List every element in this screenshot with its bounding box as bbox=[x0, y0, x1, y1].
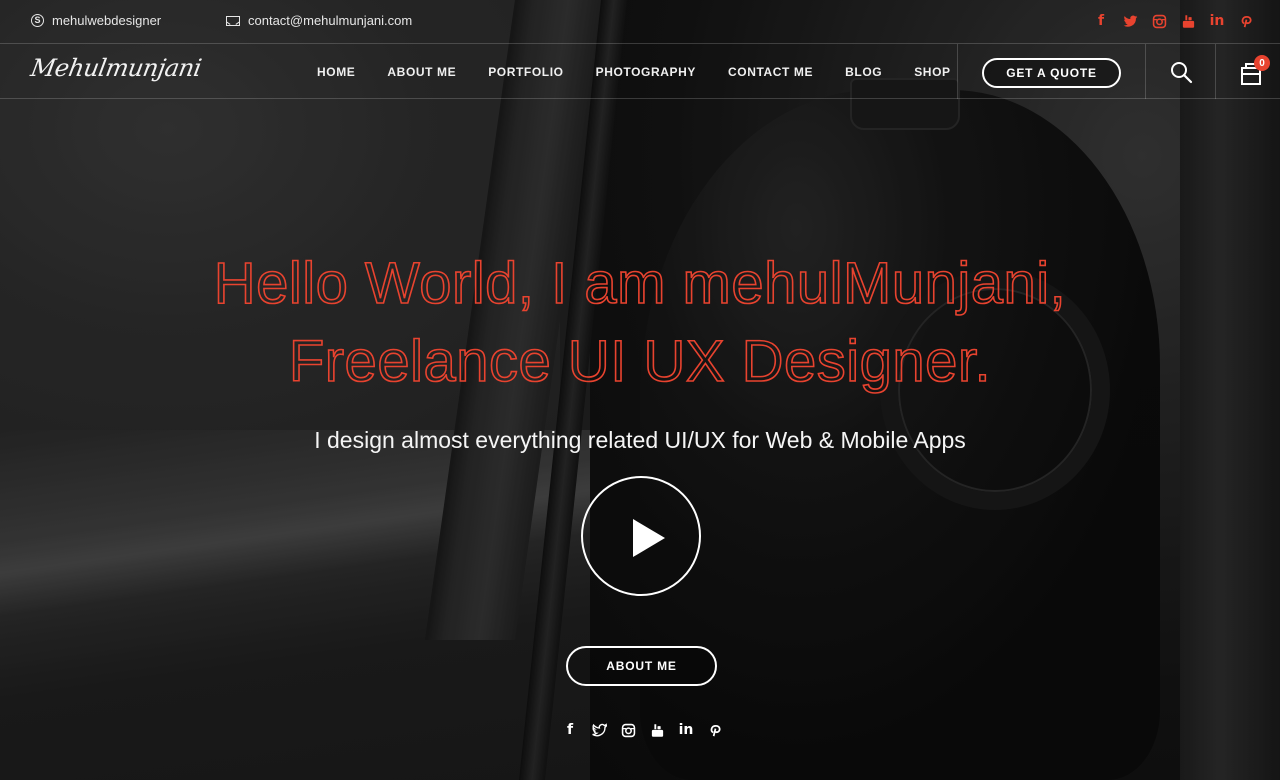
pinterest-icon[interactable] bbox=[707, 721, 723, 739]
main-navbar: Mehulmunjani HOME ABOUT ME PORTFOLIO PHO… bbox=[0, 44, 1280, 99]
hero-title-line-1: Hello World, I am mehulMunjani, bbox=[0, 251, 1280, 316]
twitter-icon[interactable] bbox=[1122, 12, 1138, 30]
hero-subtitle: I design almost everything related UI/UX… bbox=[314, 427, 966, 453]
nav-about-me[interactable]: ABOUT ME bbox=[387, 65, 456, 79]
nav-blog[interactable]: BLOG bbox=[845, 65, 882, 79]
cart-count-badge: 0 bbox=[1254, 55, 1270, 71]
instagram-icon[interactable] bbox=[620, 721, 636, 739]
get-a-quote-button[interactable]: GET A QUOTE bbox=[982, 58, 1121, 88]
hero-title-text-1: Hello World, I am mehulMunjani, bbox=[213, 251, 1067, 316]
instagram-icon[interactable] bbox=[1151, 12, 1167, 30]
primary-nav: HOME ABOUT ME PORTFOLIO PHOTOGRAPHY CONT… bbox=[317, 65, 983, 79]
nav-home[interactable]: HOME bbox=[317, 65, 355, 79]
hero-title-line-2: Freelance UI UX Designer. bbox=[0, 329, 1280, 394]
email-address: contact@mehulmunjani.com bbox=[248, 13, 413, 28]
nav-divider bbox=[957, 44, 958, 99]
nav-divider bbox=[1145, 44, 1146, 99]
email-contact-link[interactable]: contact@mehulmunjani.com bbox=[226, 13, 412, 28]
pinterest-icon[interactable] bbox=[1238, 12, 1254, 30]
skype-icon: S bbox=[31, 14, 44, 27]
skype-contact-link[interactable]: S mehulwebdesigner bbox=[31, 13, 161, 28]
nav-shop[interactable]: SHOP bbox=[914, 65, 950, 79]
nav-divider bbox=[1215, 44, 1216, 99]
linkedin-icon[interactable]: in bbox=[1209, 12, 1225, 30]
site-logo[interactable]: Mehulmunjani bbox=[29, 54, 204, 82]
search-icon[interactable] bbox=[1169, 60, 1193, 84]
nav-portfolio[interactable]: PORTFOLIO bbox=[488, 65, 563, 79]
youtube-icon[interactable] bbox=[649, 721, 665, 739]
mail-icon bbox=[226, 15, 240, 26]
top-bar: S mehulwebdesigner contact@mehulmunjani.… bbox=[0, 0, 1280, 44]
skype-username: mehulwebdesigner bbox=[52, 13, 162, 28]
play-icon bbox=[633, 519, 665, 557]
nav-photography[interactable]: PHOTOGRAPHY bbox=[596, 65, 696, 79]
hero-title-text-2: Freelance UI UX Designer. bbox=[288, 329, 992, 394]
play-video-button[interactable] bbox=[581, 476, 701, 596]
facebook-icon[interactable]: f bbox=[562, 721, 578, 739]
facebook-icon[interactable]: f bbox=[1093, 12, 1109, 30]
linkedin-icon[interactable]: in bbox=[678, 721, 694, 739]
youtube-icon[interactable] bbox=[1180, 12, 1196, 30]
twitter-icon[interactable] bbox=[591, 721, 607, 739]
nav-contact-me[interactable]: CONTACT ME bbox=[728, 65, 813, 79]
about-me-button[interactable]: ABOUT ME bbox=[566, 646, 717, 686]
top-social-links: f in bbox=[1093, 12, 1254, 30]
hero-social-links: f in bbox=[562, 721, 723, 739]
